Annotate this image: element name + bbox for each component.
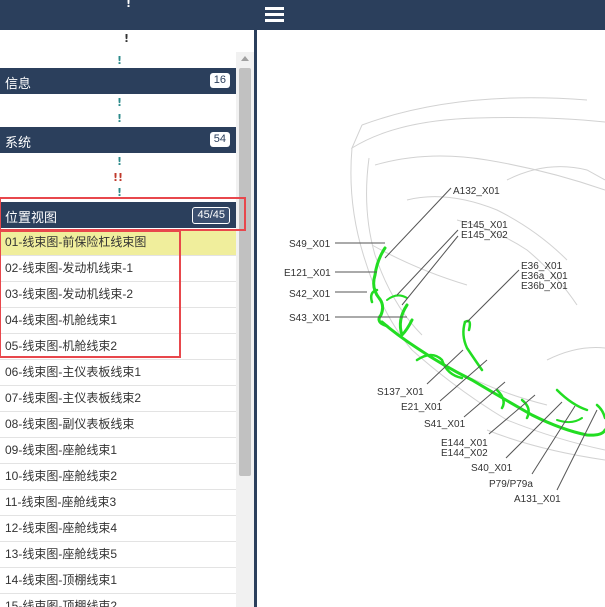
list-item[interactable]: 11-线束图-座舱线束3 <box>0 490 236 516</box>
location-tree-panel: ! ! ! 信息 16 ! ! 系统 54 ! !! ! 位置视图 45/45 … <box>0 0 254 607</box>
list-item[interactable]: 14-线束图-顶棚线束1 <box>0 568 236 594</box>
list-item[interactable]: 04-线束图-机舱线束1 <box>0 308 236 334</box>
warning-mark: ! <box>117 155 123 168</box>
wiring-harness-diagram: A132_X01 E145_X01 E145_X02 S49_X01 E121_… <box>284 97 605 505</box>
label-s42: S42_X01 <box>289 289 331 300</box>
label-a132: A132_X01 <box>453 186 500 197</box>
section-location-view[interactable]: 位置视图 45/45 <box>0 202 236 228</box>
label-s41: S41_X01 <box>424 419 466 430</box>
label-e36b: E36b_X01 <box>521 281 568 292</box>
list-item[interactable]: 10-线束图-座舱线束2 <box>0 464 236 490</box>
section-system[interactable]: 系统 54 <box>0 127 236 153</box>
label-e121: E121_X01 <box>284 268 331 279</box>
label-s43: S43_X01 <box>289 313 331 324</box>
label-e144-x02: E144_X02 <box>441 448 488 459</box>
section-info-count: 16 <box>209 73 230 88</box>
list-item[interactable]: 12-线束图-座舱线束4 <box>0 516 236 542</box>
label-e145-x02: E145_X02 <box>461 230 508 241</box>
section-info[interactable]: 信息 16 <box>0 68 236 94</box>
list-item[interactable]: 02-线束图-发动机线束-1 <box>0 256 236 282</box>
list-item[interactable]: 03-线束图-发动机线束-2 <box>0 282 236 308</box>
warning-mark: ! <box>124 32 130 45</box>
location-list: 01-线束图-前保险杠线束图 02-线束图-发动机线束-1 03-线束图-发动机线束… <box>0 230 236 607</box>
warning-mark: ! <box>117 186 123 199</box>
warning-mark: ! <box>117 96 123 109</box>
label-a131: A131_X01 <box>514 494 561 505</box>
section-system-label: 系统 <box>5 135 32 150</box>
diagram-header <box>257 0 605 30</box>
section-location-count: 45/45 <box>192 207 230 224</box>
warning-mark: ! <box>126 0 132 10</box>
list-item[interactable]: 13-线束图-座舱线束5 <box>0 542 236 568</box>
section-location-label: 位置视图 <box>5 210 58 225</box>
list-item[interactable]: 06-线束图-主仪表板线束1 <box>0 360 236 386</box>
label-e21: E21_X01 <box>401 402 443 413</box>
list-item[interactable]: 01-线束图-前保险杠线束图 <box>0 230 236 256</box>
section-info-label: 信息 <box>5 76 32 91</box>
scrollbar-thumb[interactable] <box>239 68 251 476</box>
list-item[interactable]: 09-线束图-座舱线束1 <box>0 438 236 464</box>
label-s40: S40_X01 <box>471 463 513 474</box>
warning-mark: ! <box>117 112 123 125</box>
warning-mark: !! <box>113 171 124 184</box>
warning-mark: ! <box>117 54 123 67</box>
list-item[interactable]: 15-线束图-顶棚线束2 <box>0 594 236 607</box>
label-p79: P79/P79a <box>489 479 533 490</box>
scroll-up-arrow-icon[interactable] <box>238 53 252 65</box>
list-item[interactable]: 07-线束图-主仪表板线束2 <box>0 386 236 412</box>
section-system-count: 54 <box>209 132 230 147</box>
label-s49: S49_X01 <box>289 239 331 250</box>
label-s137: S137_X01 <box>377 387 424 398</box>
hamburger-menu-icon[interactable] <box>265 5 285 23</box>
list-item[interactable]: 08-线束图-副仪表板线束 <box>0 412 236 438</box>
list-item[interactable]: 05-线束图-机舱线束2 <box>0 334 236 360</box>
